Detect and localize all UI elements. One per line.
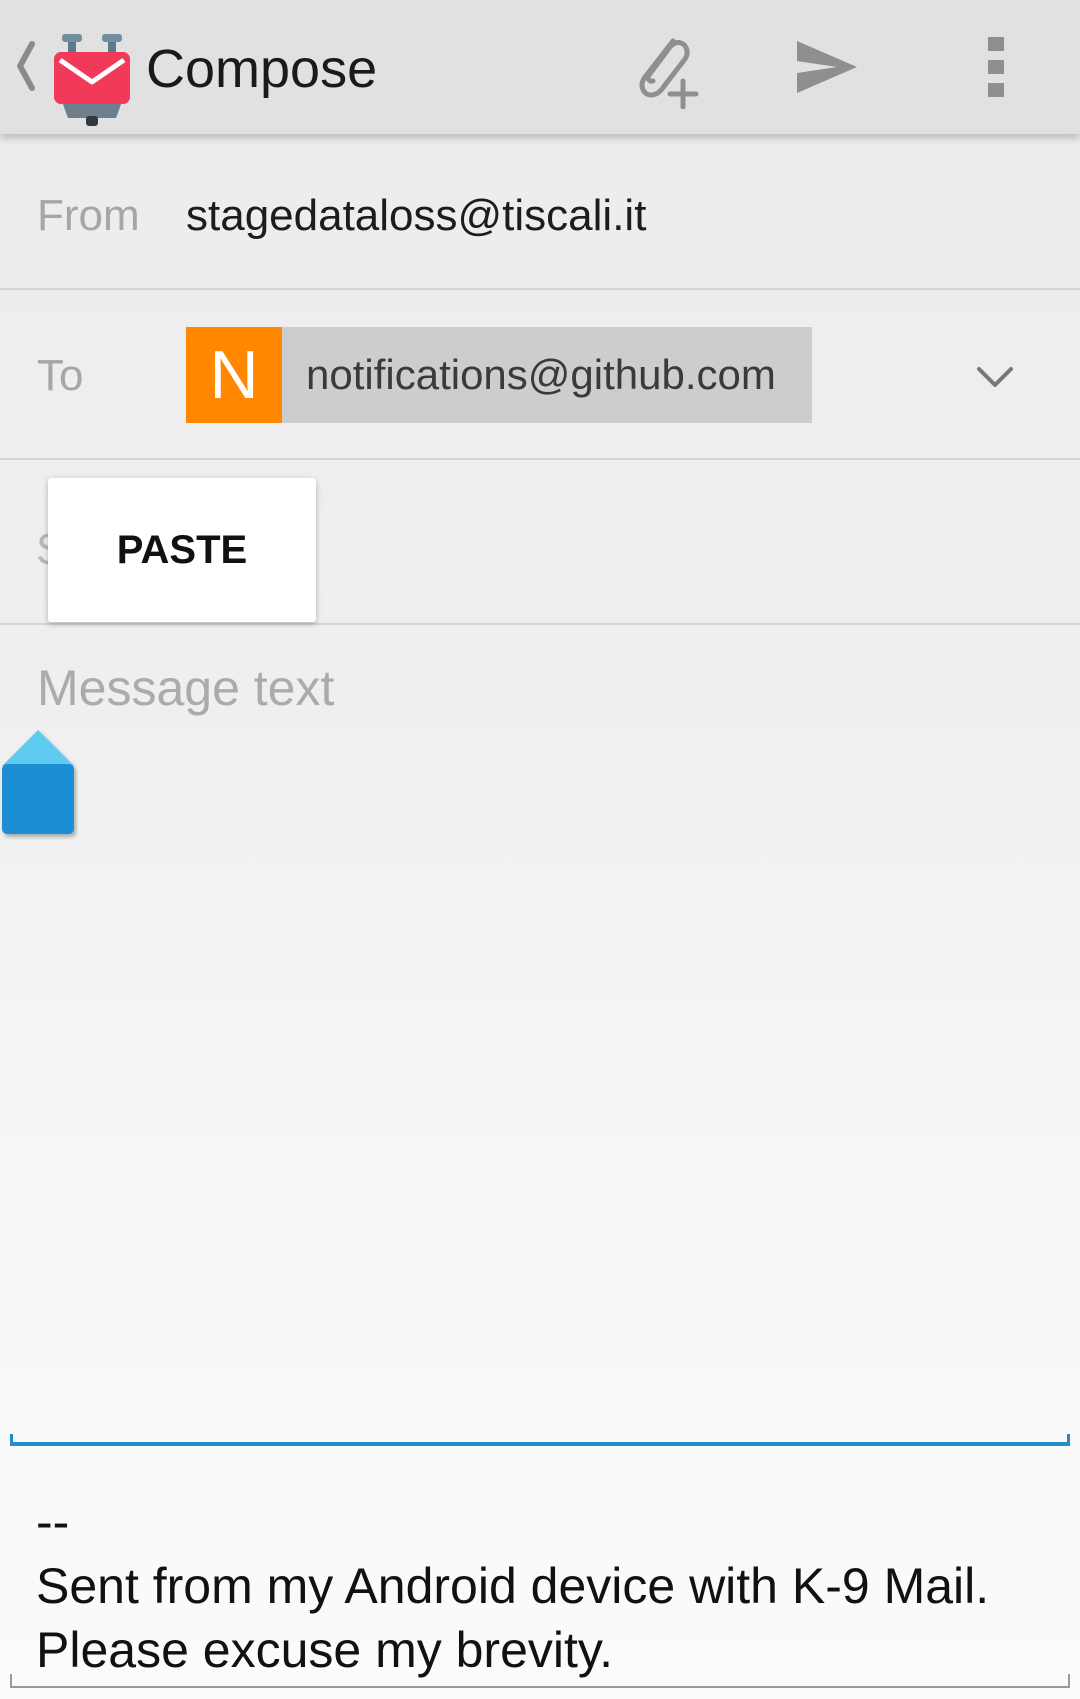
paste-button[interactable]: PASTE	[48, 478, 316, 622]
signature-body: Sent from my Android device with K-9 Mai…	[36, 1558, 990, 1678]
divider	[0, 288, 1080, 290]
from-account-selector[interactable]: stagedataloss@tiscali.it	[186, 188, 646, 244]
more-vertical-icon	[988, 37, 1004, 97]
paperclip-plus-icon	[639, 38, 699, 109]
k9-mail-logo	[54, 34, 130, 126]
text-selection-handle[interactable]	[0, 728, 78, 840]
action-bar: Compose	[0, 0, 1080, 134]
attach-button[interactable]	[608, 17, 718, 117]
message-placeholder: Message text	[37, 660, 335, 716]
screen-title: Compose	[146, 39, 378, 99]
signature-field-underline	[10, 1674, 1070, 1688]
chevron-down-icon	[977, 367, 1013, 387]
overflow-menu-button[interactable]	[941, 17, 1051, 117]
up-navigation-button[interactable]	[8, 18, 138, 126]
recipient-avatar: N	[186, 327, 282, 423]
expand-recipients-button[interactable]	[960, 342, 1030, 412]
send-icon	[797, 41, 857, 93]
chevron-left-icon	[17, 41, 35, 91]
signature-separator: --	[36, 1494, 70, 1550]
message-field-underline	[10, 1434, 1070, 1446]
signature-text: -- Sent from my Android device with K-9 …	[36, 1490, 1036, 1682]
paste-popup: PASTE	[48, 478, 316, 622]
from-label: From	[37, 191, 140, 240]
to-label: To	[37, 351, 84, 400]
recipient-address: notifications@github.com	[306, 351, 776, 398]
send-button[interactable]	[772, 17, 882, 117]
recipient-chip[interactable]: N notifications@github.com	[186, 327, 812, 423]
divider	[0, 458, 1080, 460]
divider	[0, 623, 1080, 625]
